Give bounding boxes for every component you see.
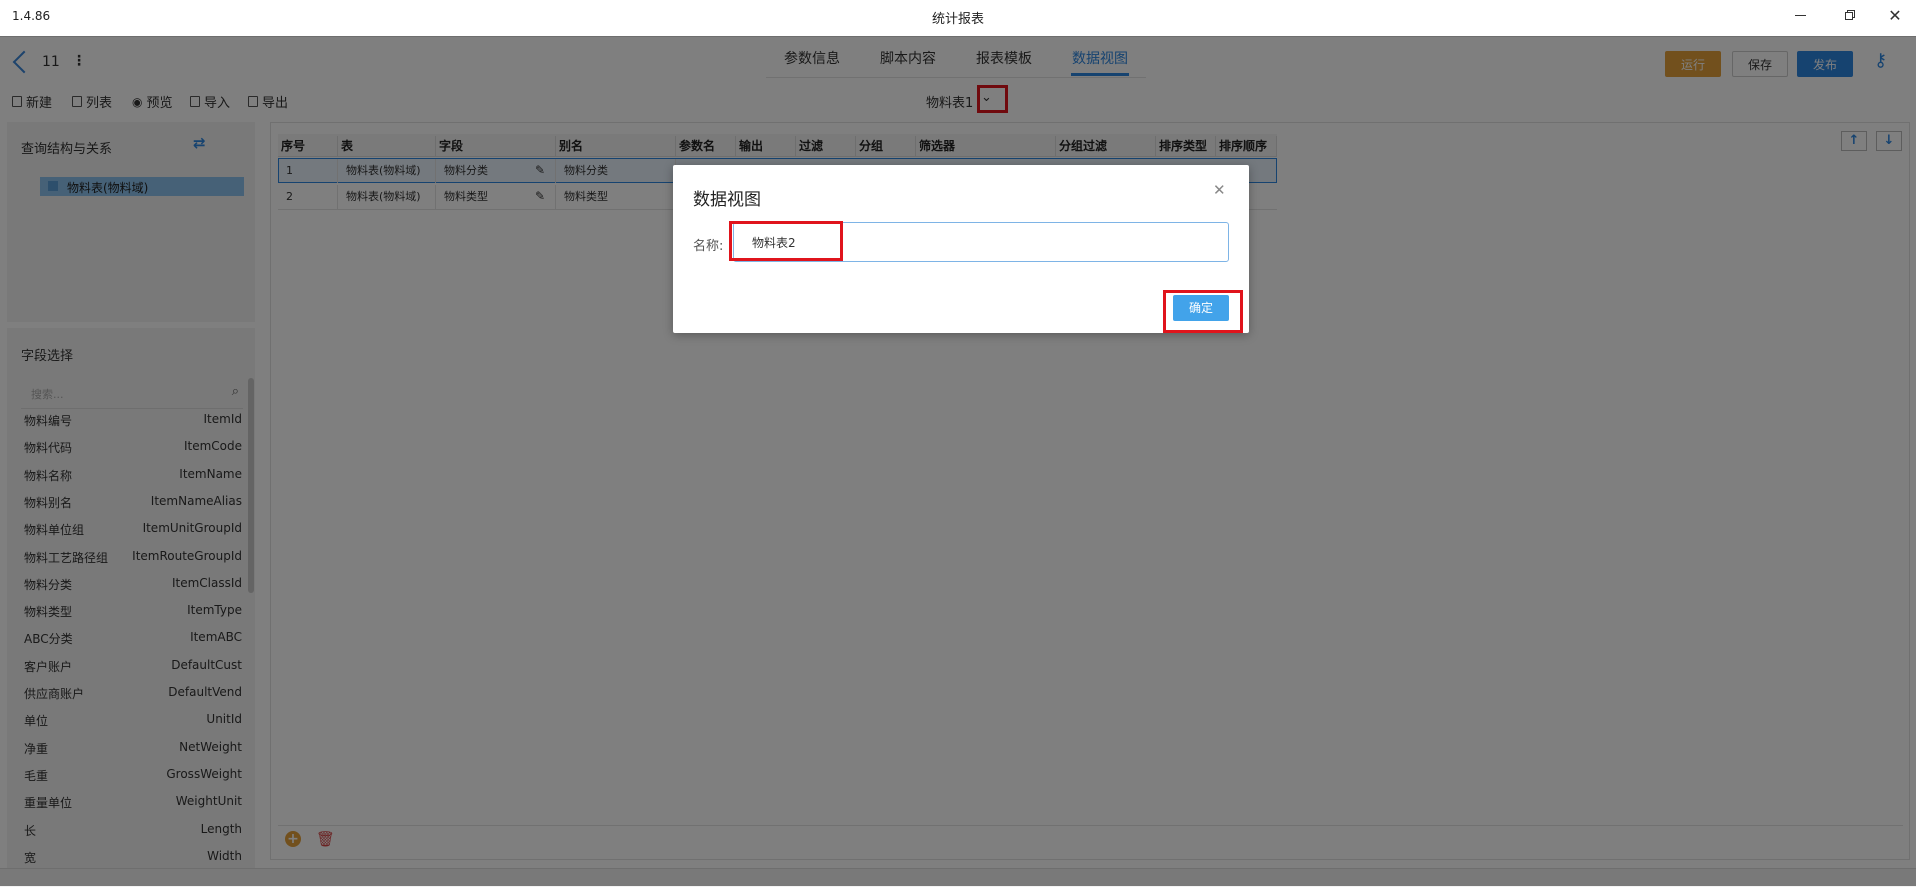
modal-overlay[interactable] bbox=[0, 36, 1916, 886]
minimize-icon[interactable] bbox=[1777, 0, 1823, 30]
name-label: 名称: bbox=[693, 239, 724, 254]
data-view-dialog: 数据视图 ✕ 名称: 确定 bbox=[673, 165, 1249, 333]
dialog-title: 数据视图 bbox=[693, 190, 761, 210]
confirm-button-highlight bbox=[1163, 290, 1243, 333]
restore-icon[interactable] bbox=[1827, 0, 1873, 30]
window-title: 统计报表 bbox=[931, 12, 984, 27]
name-input-highlight bbox=[729, 221, 843, 261]
window-titlebar: 1.4.86 统计报表 ✕ bbox=[0, 0, 1916, 37]
close-icon[interactable]: ✕ bbox=[1213, 181, 1226, 199]
close-window-icon[interactable]: ✕ bbox=[1872, 0, 1916, 30]
